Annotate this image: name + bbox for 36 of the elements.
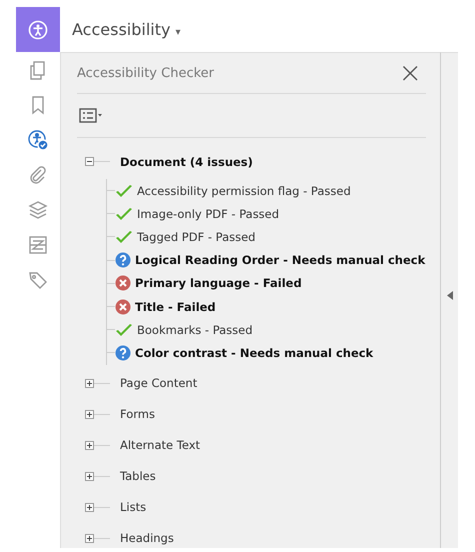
check-result[interactable]: Image-only PDF - Passed	[137, 206, 280, 221]
expand-toggle[interactable]	[85, 534, 94, 542]
error-icon	[115, 298, 131, 315]
check-icon	[115, 206, 133, 221]
expand-toggle[interactable]	[85, 378, 94, 388]
check-result[interactable]: Title - Failed	[135, 300, 216, 314]
accessibility-logo-icon	[16, 7, 60, 52]
collapse-arrow-icon[interactable]	[446, 291, 452, 300]
tree-item[interactable]: Document (4 issues)	[120, 154, 253, 168]
check-result[interactable]: Primary language - Failed	[135, 276, 302, 290]
check-icon	[115, 184, 133, 198]
tree-item[interactable]: Lists	[120, 500, 146, 514]
check-icon	[115, 230, 133, 244]
tree-item[interactable]: Tables	[120, 469, 156, 483]
tree-item[interactable]: Page Content	[120, 376, 198, 390]
expand-toggle[interactable]	[85, 440, 94, 450]
panel-title: Accessibility Checker	[77, 66, 214, 80]
check-icon	[115, 322, 133, 337]
question-icon	[115, 344, 131, 361]
tree-item[interactable]: Alternate Text	[120, 438, 200, 452]
tool-title[interactable]: Accessibility ▾	[72, 20, 181, 39]
close-button[interactable]: ×	[394, 59, 426, 87]
options-menu-icon[interactable]	[79, 108, 103, 124]
tree-item[interactable]: Headings	[120, 531, 174, 545]
check-result[interactable]: Logical Reading Order - Needs manual check	[135, 253, 426, 268]
question-icon	[115, 252, 131, 268]
check-result[interactable]: Accessibility permission flag - Passed	[137, 184, 351, 198]
check-result[interactable]: Color contrast - Needs manual check	[135, 346, 374, 360]
error-icon	[115, 275, 131, 292]
expand-toggle[interactable]	[85, 410, 94, 418]
expand-toggle[interactable]	[85, 502, 94, 512]
expand-toggle[interactable]	[85, 472, 94, 480]
check-result[interactable]: Tagged PDF - Passed	[137, 230, 256, 244]
tree-item[interactable]: Forms	[120, 407, 155, 421]
collapse-toggle[interactable]	[85, 157, 94, 166]
check-result[interactable]: Bookmarks - Passed	[137, 322, 253, 337]
